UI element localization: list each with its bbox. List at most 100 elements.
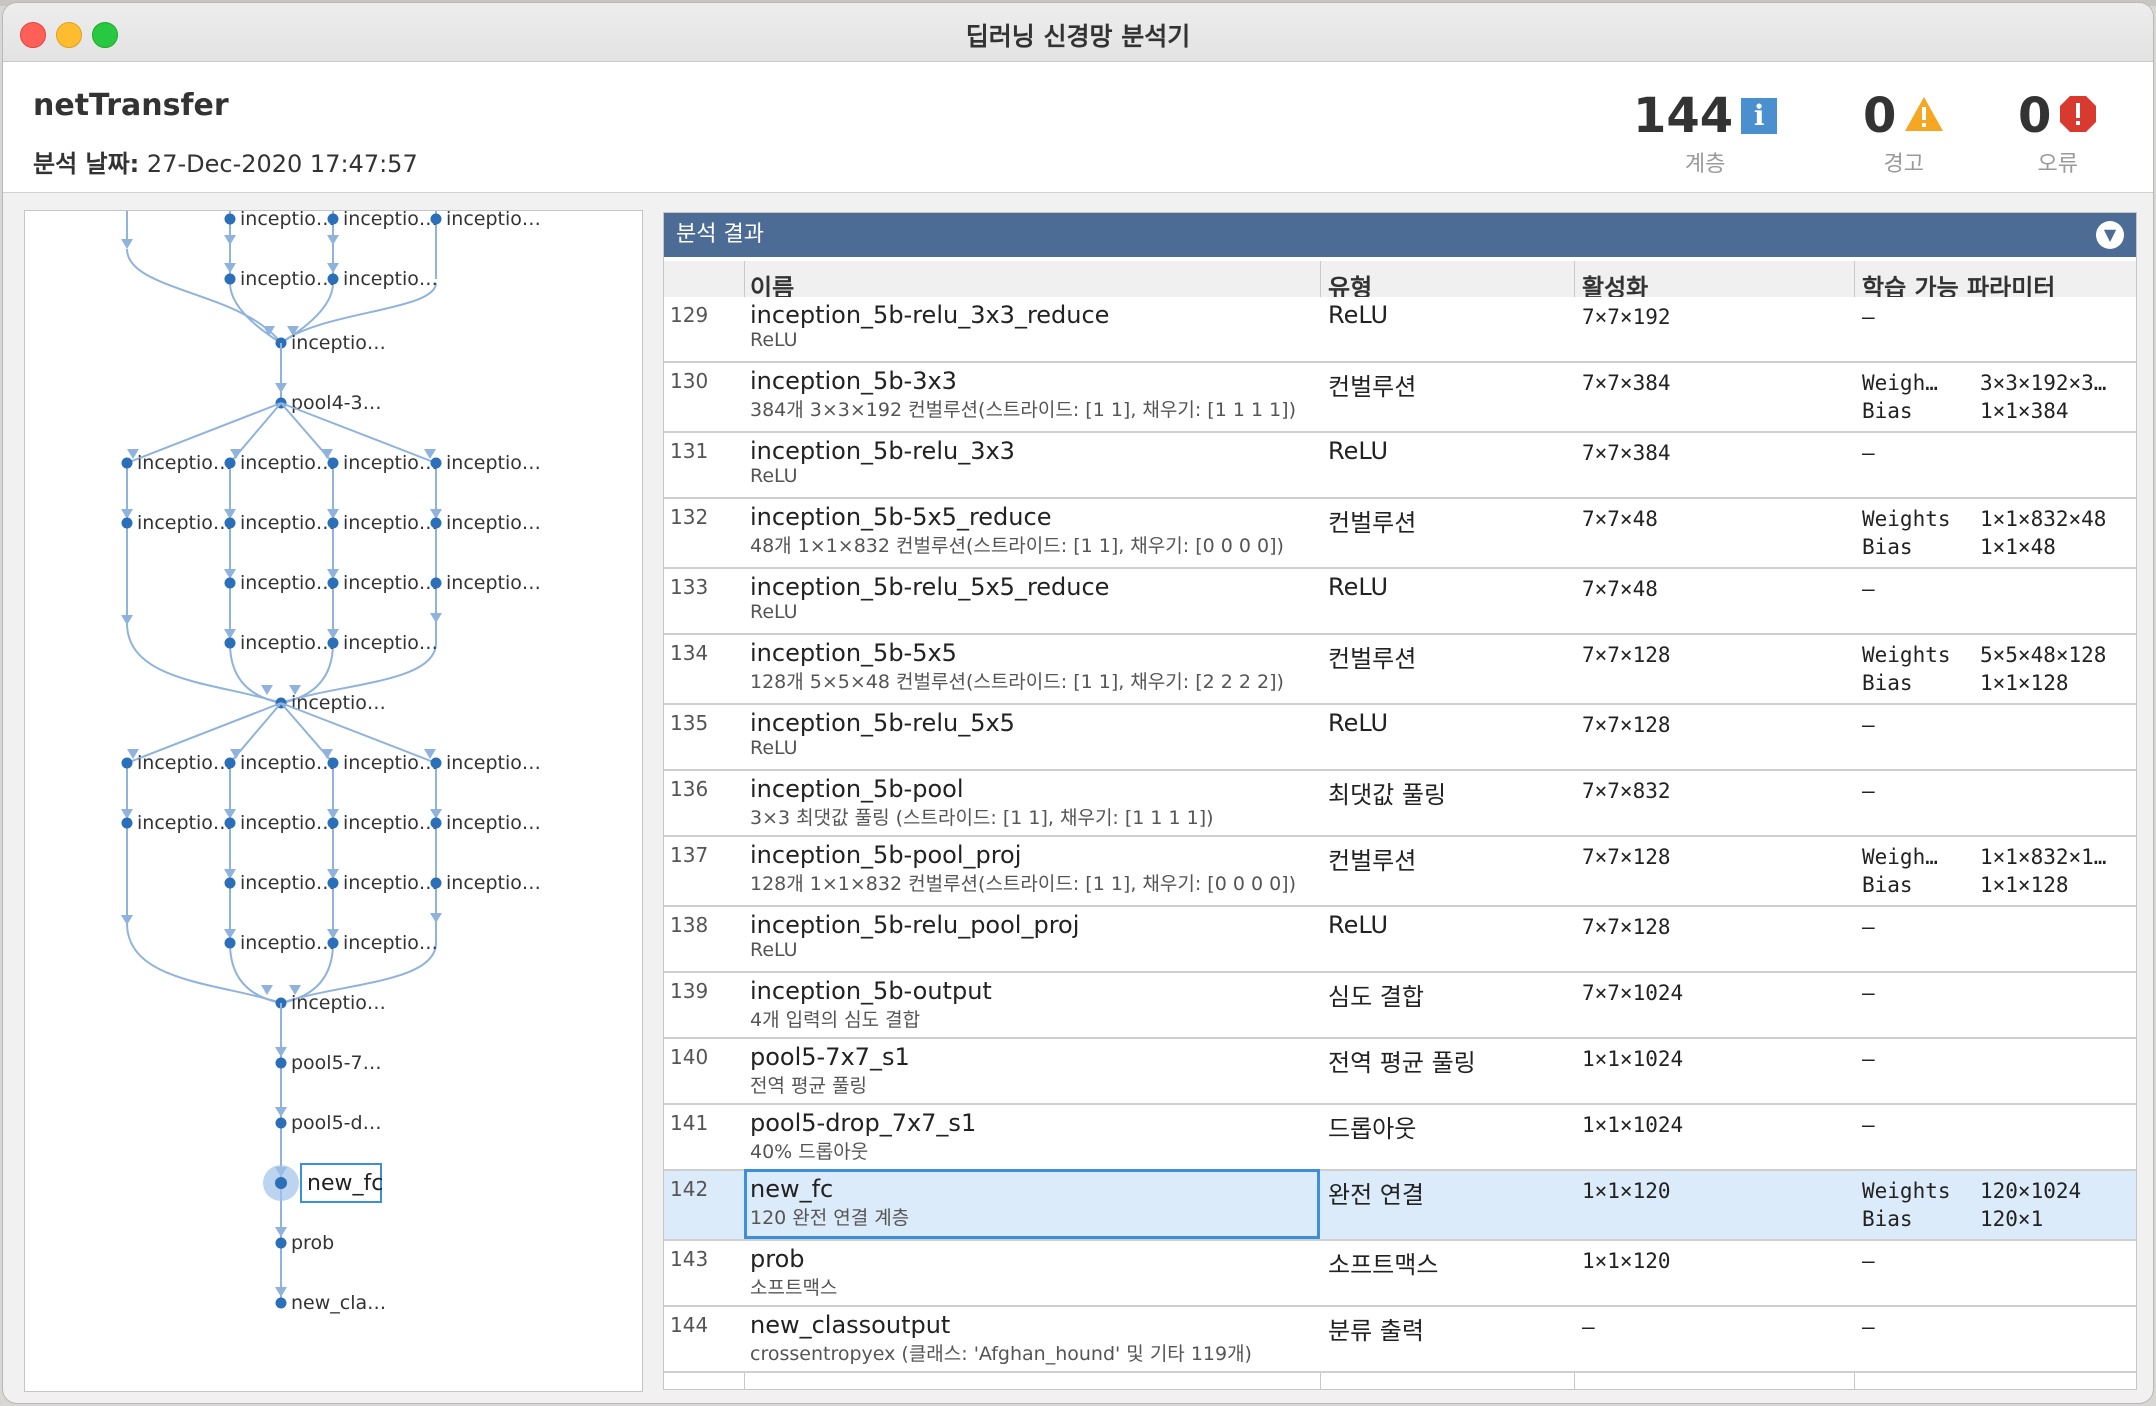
graph-node-label: pool5-d…: [291, 1112, 382, 1134]
graph-node-label: pool5-7…: [291, 1052, 382, 1074]
layers-label: 계층: [1684, 152, 1726, 177]
table-row[interactable]: 141 pool5-drop_7x7_s1 40% 드롭아웃 드롭아웃 1×1×1024…: [664, 1105, 2136, 1171]
table-row[interactable]: 132 inception_5b-5x5_reduce 48개 1×1×832 컨벌…: [664, 499, 2136, 569]
learnable-label: –: [1862, 1047, 1875, 1071]
layer-name: pool5-7x7_s1: [750, 1043, 910, 1071]
table-row[interactable]: 144 new_classoutput crossentropyex (클래스: '…: [664, 1307, 2136, 1373]
table-row[interactable]: 130 inception_5b-3x3 384개 3×3×192 컨벌루션(스트라…: [664, 363, 2136, 433]
table-row[interactable]: 134 inception_5b-5x5 128개 5×5×48 컨벌루션(스트라이…: [664, 635, 2136, 705]
learnable-entry: Weights 120×1024: [1862, 1179, 2081, 1207]
layer-description: 소프트맥스: [750, 1277, 838, 1299]
graph-node: [224, 817, 236, 829]
network-graph-panel[interactable]: inceptio… inceptio… inceptio… inceptio… ince…: [24, 210, 643, 1392]
graph-node-label: inceptio…: [137, 752, 232, 774]
graph-node: [224, 457, 236, 469]
table-row[interactable]: 140 pool5-7x7_s1 전역 평균 풀링 전역 평균 풀링 1×1×1024–: [664, 1039, 2136, 1105]
layer-name: inception_5b-relu_5x5_reduce: [750, 573, 1110, 601]
graph-node-label: inceptio…: [291, 992, 386, 1014]
graph-node: [275, 1057, 287, 1069]
table-row[interactable]: 135 inception_5b-relu_5x5 ReLU ReLU 7×7×128–: [664, 705, 2136, 771]
graph-node-label: inceptio…: [240, 512, 335, 534]
network-graph[interactable]: inceptio… inceptio… inceptio… inceptio… ince…: [25, 211, 642, 1391]
learnable-entry: –: [1862, 713, 1980, 741]
learnable-entry: Bias 120×1: [1862, 1207, 2081, 1235]
layer-type: 분류 출력: [1328, 1317, 1424, 1345]
layer-learnables: Weights 5×5×48×128 Bias 1×1×128: [1862, 643, 2106, 699]
table-row[interactable]: 129 inception_5b-relu_3x3_reduce ReLU ReLU 7…: [664, 297, 2136, 363]
learnable-entry: –: [1862, 441, 1980, 469]
layer-description: 128개 5×5×48 컨벌루션(스트라이드: [1 1], 채우기: [2 2…: [750, 671, 1284, 693]
layer-name: new_classoutput: [750, 1311, 951, 1339]
layer-name: prob: [750, 1245, 805, 1273]
warnings-label: 경고: [1883, 152, 1924, 177]
learnable-label: –: [1862, 779, 1875, 803]
layer-description: ReLU: [750, 329, 798, 351]
graph-node: [327, 213, 339, 225]
learnable-label: Bias: [1862, 671, 1913, 695]
edge-arrow: [121, 239, 133, 249]
layer-learnables: –: [1862, 305, 1980, 333]
row-index: 140: [670, 1045, 709, 1069]
layer-activation: 7×7×384: [1582, 371, 1671, 395]
graph-node-label: inceptio…: [240, 752, 335, 774]
layer-description: 3×3 최댓값 풀링 (스트라이드: [1 1], 채우기: [1 1 1 1]…: [750, 807, 1214, 829]
edge-arrow: [275, 1107, 287, 1117]
graph-node: [224, 877, 236, 889]
layer-type: 컨벌루션: [1328, 373, 1417, 401]
layer-description: 128개 1×1×832 컨벌루션(스트라이드: [1 1], 채우기: [0 …: [750, 873, 1296, 895]
analysis-date: 분석 날짜: 27-Dec-2020 17:47:57: [33, 144, 418, 179]
graph-node-label: inceptio…: [240, 572, 335, 594]
table-row[interactable]: 136 inception_5b-pool 3×3 최댓값 풀링 (스트라이드: […: [664, 771, 2136, 837]
row-index: 137: [670, 843, 709, 867]
learnable-label: –: [1862, 981, 1875, 1005]
graph-node: [327, 517, 339, 529]
row-index: 131: [670, 439, 709, 463]
table-row[interactable]: 131 inception_5b-relu_3x3 ReLU ReLU 7×7×384–: [664, 433, 2136, 499]
row-index: 135: [670, 711, 709, 735]
table-row[interactable]: 137 inception_5b-pool_proj 128개 1×1×832 컨벌…: [664, 837, 2136, 907]
layer-name: inception_5b-relu_3x3: [750, 437, 1015, 465]
layer-learnables: –: [1862, 1113, 1980, 1141]
learnable-size: 5×5×48×128: [1980, 643, 2107, 667]
layers-summary: 144 i 계층: [1633, 88, 1778, 178]
layer-activation: 1×1×120: [1582, 1249, 1671, 1273]
graph-node-label: prob: [291, 1232, 334, 1254]
table-row[interactable]: 133 inception_5b-relu_5x5_reduce ReLU ReLU 7…: [664, 569, 2136, 635]
analysis-header: netTransfer 분석 날짜: 27-Dec-2020 17:47:57 …: [3, 62, 2153, 193]
chevron-down-icon[interactable]: ▼: [2096, 221, 2124, 249]
title-bar: 딥러닝 신경망 분석기: [3, 3, 2153, 62]
graph-node-label: inceptio…: [446, 752, 541, 774]
graph-node: [327, 757, 339, 769]
layer-name: inception_5b-pool_proj: [750, 841, 1022, 869]
learnable-label: –: [1862, 1113, 1875, 1137]
graph-node-label: inceptio…: [240, 632, 335, 654]
table-row[interactable]: 143 prob 소프트맥스 소프트맥스 1×1×120–: [664, 1241, 2136, 1307]
layer-learnables: –: [1862, 1315, 1980, 1343]
table-row[interactable]: 139 inception_5b-output 4개 입력의 심도 결합 심도 결합 7…: [664, 973, 2136, 1039]
layer-type: ReLU: [1328, 911, 1389, 939]
row-index: 143: [670, 1247, 709, 1271]
graph-node: [121, 757, 133, 769]
learnable-label: –: [1862, 1315, 1875, 1339]
table-row[interactable]: 142 new_fc 120 완전 연결 계층 완전 연결 1×1×120 Weights…: [664, 1169, 2136, 1241]
graph-node-label: inceptio…: [137, 452, 232, 474]
layer-description: ReLU: [750, 939, 798, 961]
graph-node-label: inceptio…: [343, 932, 438, 954]
learnable-entry: –: [1862, 981, 1980, 1009]
graph-node: [327, 637, 339, 649]
errors-label: 오류: [2037, 152, 2078, 177]
learnable-label: Bias: [1862, 873, 1913, 897]
learnable-label: Weights: [1862, 643, 1951, 667]
graph-node: [430, 757, 442, 769]
graph-edge: [126, 248, 282, 344]
layer-type: 심도 결합: [1328, 983, 1424, 1011]
graph-node-label: inceptio…: [343, 268, 438, 290]
layer-learnables: Weigh… 1×1×832×1… Bias 1×1×128: [1862, 845, 2106, 901]
row-index: 139: [670, 979, 709, 1003]
learnable-label: Bias: [1862, 1207, 1913, 1231]
graph-node-label: inceptio…: [240, 268, 335, 290]
graph-node-label: new_fc: [307, 1171, 383, 1196]
graph-node-label: inceptio…: [343, 872, 438, 894]
learnable-entry: –: [1862, 915, 1980, 943]
table-row[interactable]: 138 inception_5b-relu_pool_proj ReLU ReLU 7×…: [664, 907, 2136, 973]
